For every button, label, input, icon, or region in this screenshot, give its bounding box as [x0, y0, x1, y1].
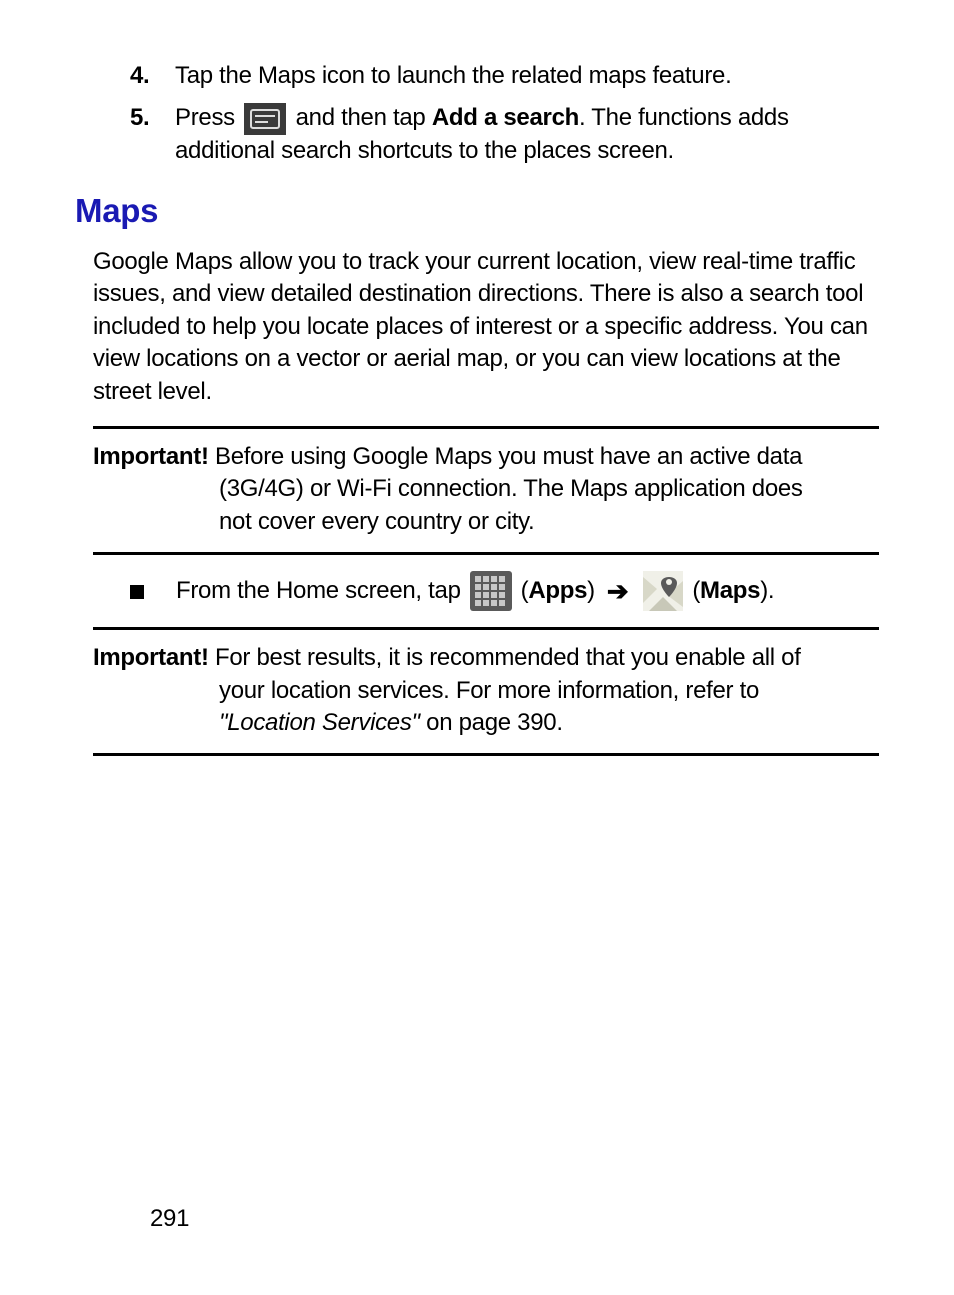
important-note-1: Important! Before using Google Maps you …: [93, 426, 879, 555]
step-5: 5. Press and then tap Add a search. The …: [130, 102, 879, 167]
apps-grid-icon: [470, 571, 512, 611]
important-label: Important!: [93, 443, 209, 470]
important-label: Important!: [93, 644, 209, 671]
nav-instruction: From the Home screen, tap (Apps) ➔: [130, 571, 879, 611]
maps-app-icon: [643, 571, 683, 611]
menu-key-icon: [244, 103, 286, 135]
arrow-right-icon: ➔: [607, 574, 629, 609]
important-note-2: Important! For best results, it is recom…: [93, 627, 879, 756]
cross-reference: "Location Services": [219, 709, 420, 736]
page-number: 291: [150, 1203, 189, 1235]
section-heading-maps: Maps: [75, 189, 879, 234]
numbered-steps: 4. Tap the Maps icon to launch the relat…: [130, 60, 879, 167]
bullet-square-icon: [130, 585, 144, 599]
step-number: 5.: [130, 102, 175, 134]
intro-paragraph: Google Maps allow you to track your curr…: [93, 246, 879, 408]
step-4: 4. Tap the Maps icon to launch the relat…: [130, 60, 879, 92]
step-text: Press and then tap Add a search. The fun…: [175, 102, 879, 167]
step-text: Tap the Maps icon to launch the related …: [175, 60, 879, 92]
step-number: 4.: [130, 60, 175, 92]
nav-step: From the Home screen, tap (Apps) ➔: [130, 571, 879, 611]
